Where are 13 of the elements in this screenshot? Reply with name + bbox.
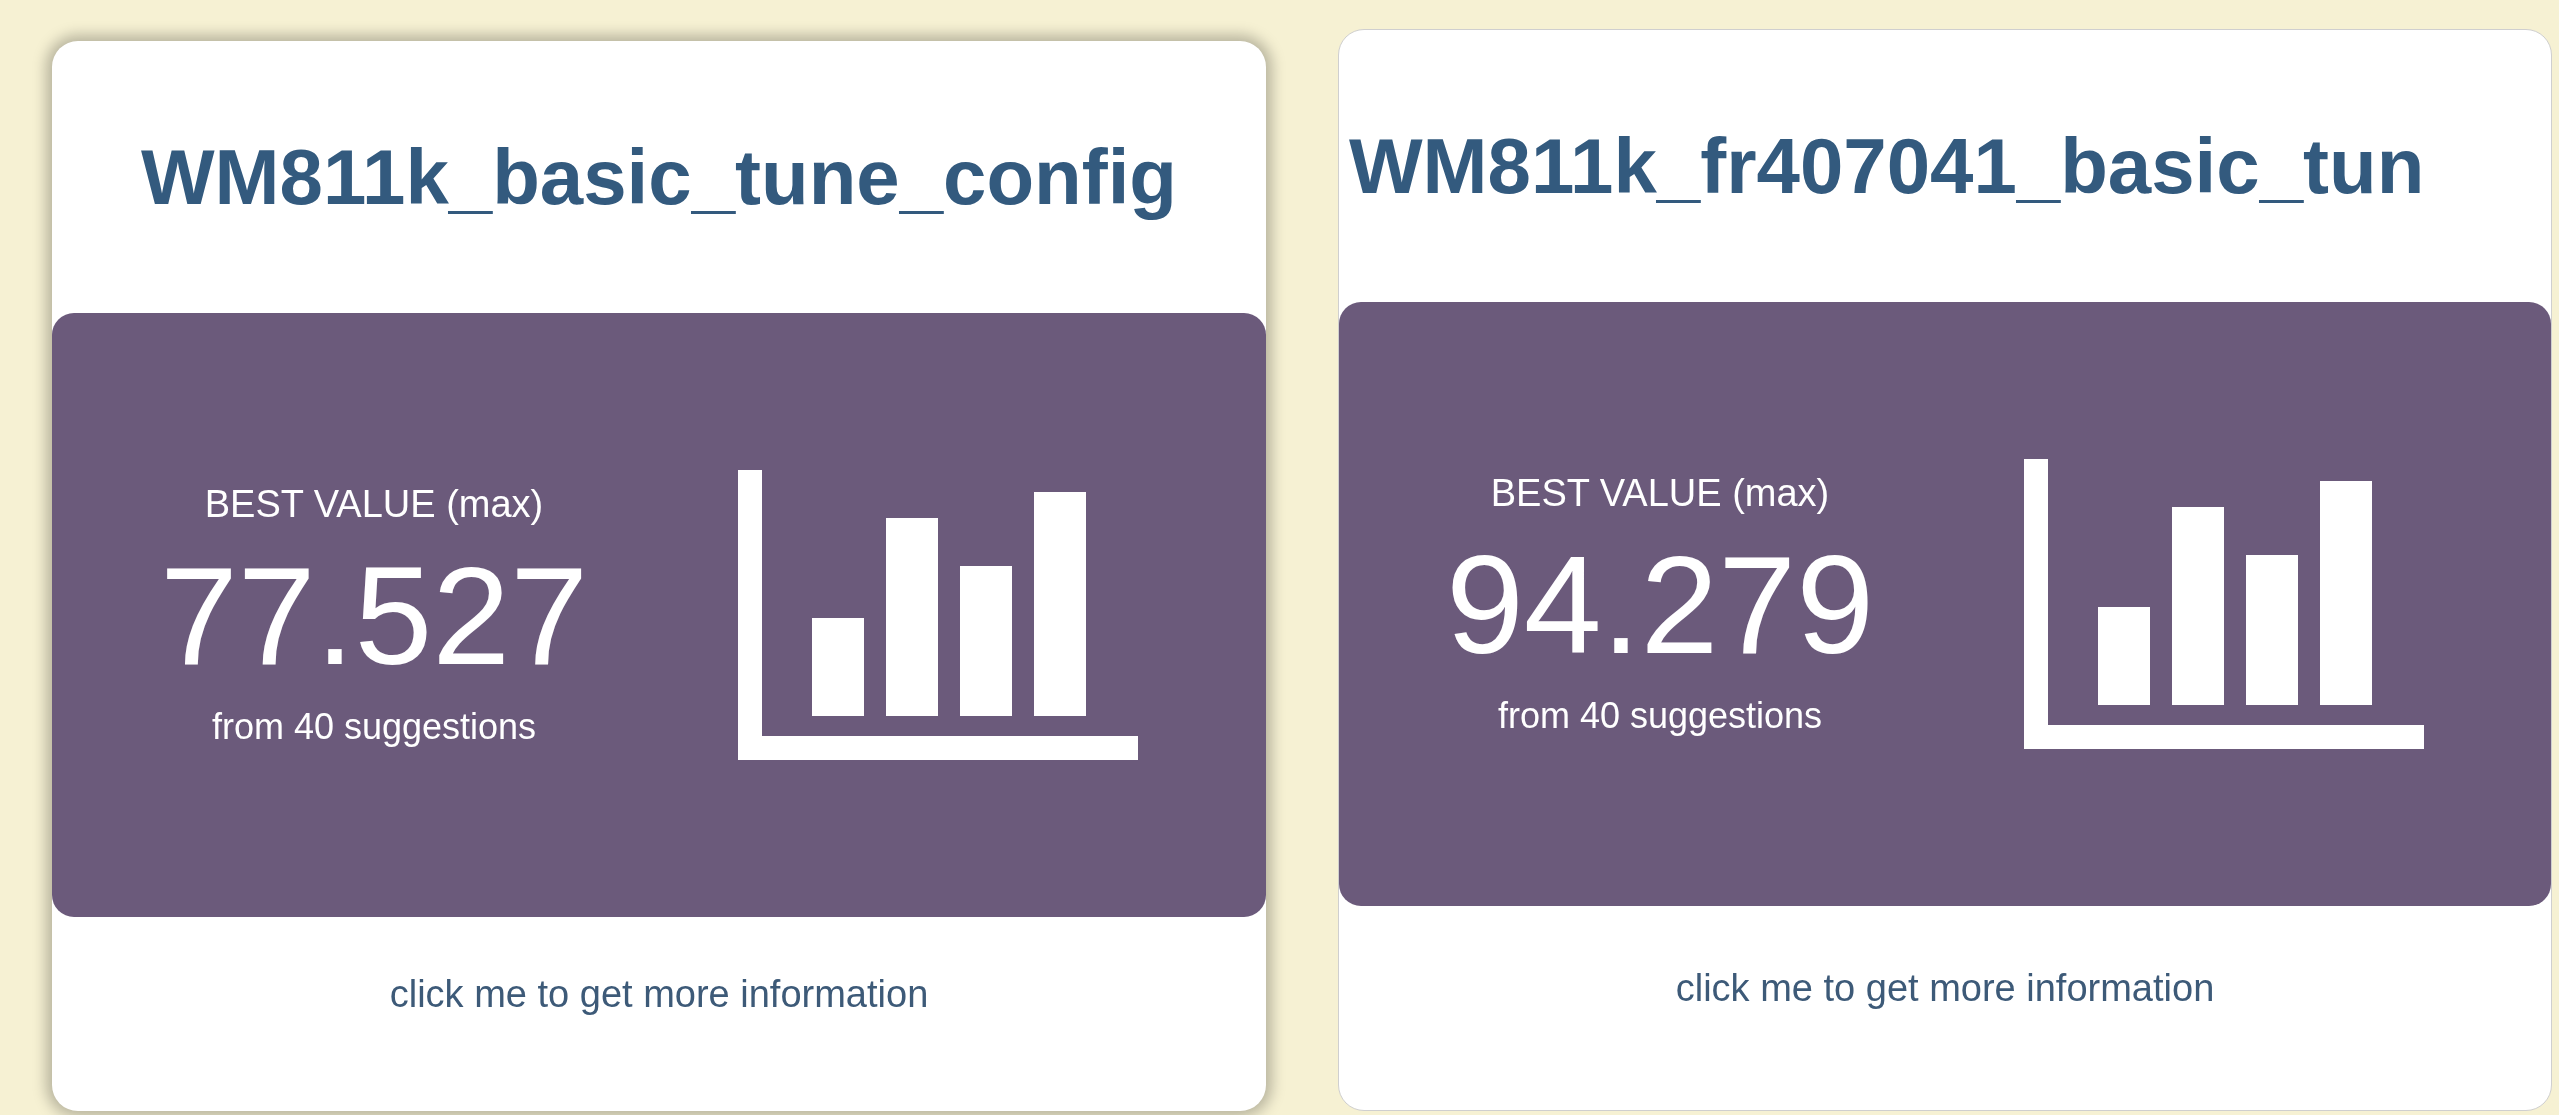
card[interactable]: WM811k_basic_tune_config BEST VALUE (max) 77.527 from 40 suggestions click me to get more information: [52, 41, 1266, 1111]
best-value: 77.527: [159, 546, 589, 687]
value-label: BEST VALUE (max): [1490, 470, 1830, 516]
suggestion-count: from 40 suggestions: [211, 705, 537, 750]
more-info-link[interactable]: click me to get more information: [1675, 959, 2215, 1017]
best-value: 94.279: [1445, 535, 1875, 676]
card[interactable]: WM811k_fr407041_basic_tun BEST VALUE (max) 94.279 from 40 suggestions click me to get more information: [1338, 29, 2552, 1111]
value-label: BEST VALUE (max): [204, 481, 544, 527]
bar-chart-icon: [2024, 459, 2425, 749]
card-title: WM811k_fr407041_basic_tun: [1349, 127, 2425, 205]
bar-chart-icon: [738, 470, 1139, 760]
more-info-link[interactable]: click me to get more information: [389, 965, 929, 1023]
suggestion-count: from 40 suggestions: [1497, 694, 1823, 739]
